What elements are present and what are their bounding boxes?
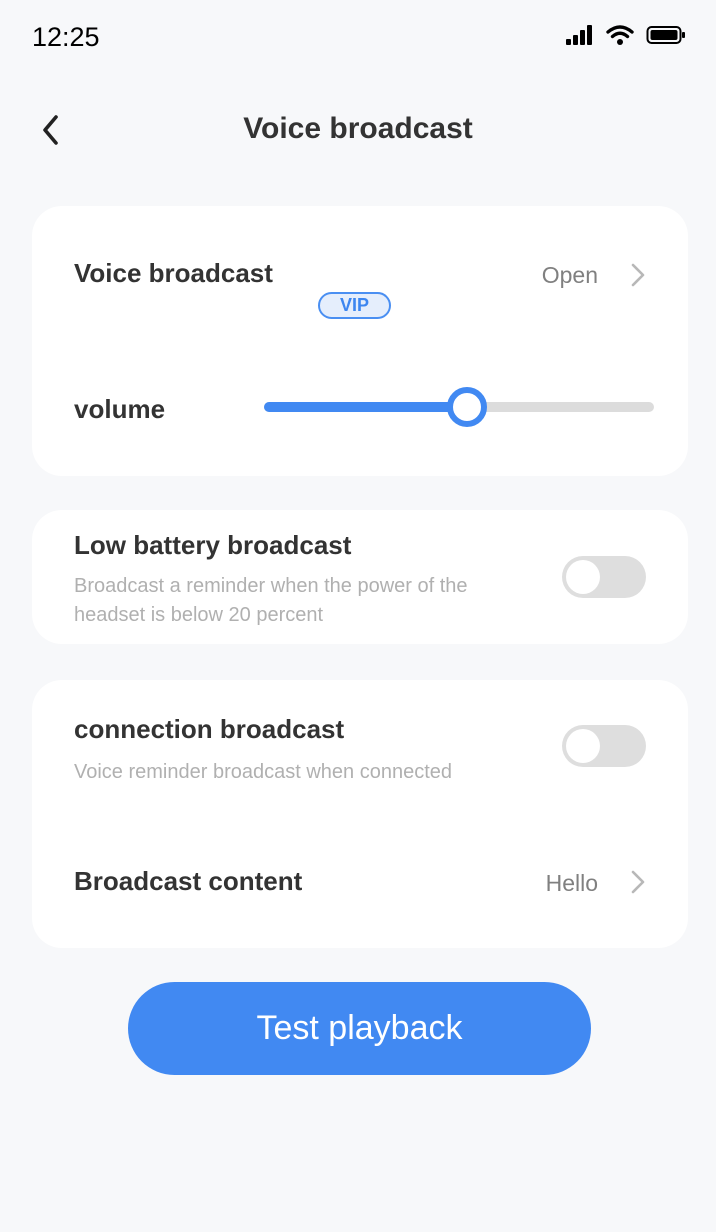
broadcast-content-row[interactable]: Broadcast content Hello — [32, 840, 688, 920]
low-battery-description-line1: Broadcast a reminder when the power of t… — [74, 575, 468, 597]
volume-slider[interactable] — [264, 387, 654, 427]
voice-broadcast-row[interactable]: Voice broadcast VIP Open — [32, 236, 688, 319]
toggle-knob — [566, 729, 600, 763]
wifi-icon — [606, 24, 634, 46]
chevron-right-icon — [631, 263, 645, 287]
status-bar: 12:25 — [0, 0, 716, 76]
battery-icon — [646, 25, 686, 45]
low-battery-description: Broadcast a reminder when the power of t… — [74, 572, 468, 630]
connection-broadcast-title: connection broadcast — [74, 714, 345, 744]
signal-icon — [566, 25, 594, 45]
page-title: Voice broadcast — [243, 112, 473, 145]
low-battery-card: Low battery broadcast Broadcast a remind… — [32, 510, 688, 644]
chevron-right-icon — [631, 870, 645, 894]
test-playback-button[interactable]: Test playback — [128, 982, 591, 1075]
voice-settings-card: Voice broadcast VIP Open volume — [32, 206, 688, 476]
voice-broadcast-value: Open — [541, 262, 598, 288]
status-time: 12:25 — [32, 22, 100, 52]
broadcast-content-value: Hello — [545, 870, 598, 896]
low-battery-description-line2: headset is below 20 percent — [74, 604, 324, 626]
connection-card: connection broadcast Voice reminder broa… — [32, 680, 688, 948]
volume-slider-thumb[interactable] — [446, 387, 487, 427]
low-battery-toggle[interactable] — [562, 556, 646, 598]
vip-badge: VIP — [318, 292, 391, 319]
toggle-knob — [566, 560, 600, 594]
status-icons — [566, 24, 686, 46]
voice-broadcast-screen: 12:25 Voice broadcast Voice broadcast VI… — [0, 0, 716, 1232]
voice-broadcast-label: Voice broadcast — [74, 258, 273, 288]
volume-label: volume — [74, 394, 166, 424]
volume-slider-fill — [264, 402, 467, 412]
broadcast-content-label: Broadcast content — [74, 866, 303, 896]
connection-broadcast-toggle[interactable] — [562, 725, 646, 767]
low-battery-title: Low battery broadcast — [74, 530, 352, 560]
connection-broadcast-description: Voice reminder broadcast when connected — [74, 761, 453, 783]
